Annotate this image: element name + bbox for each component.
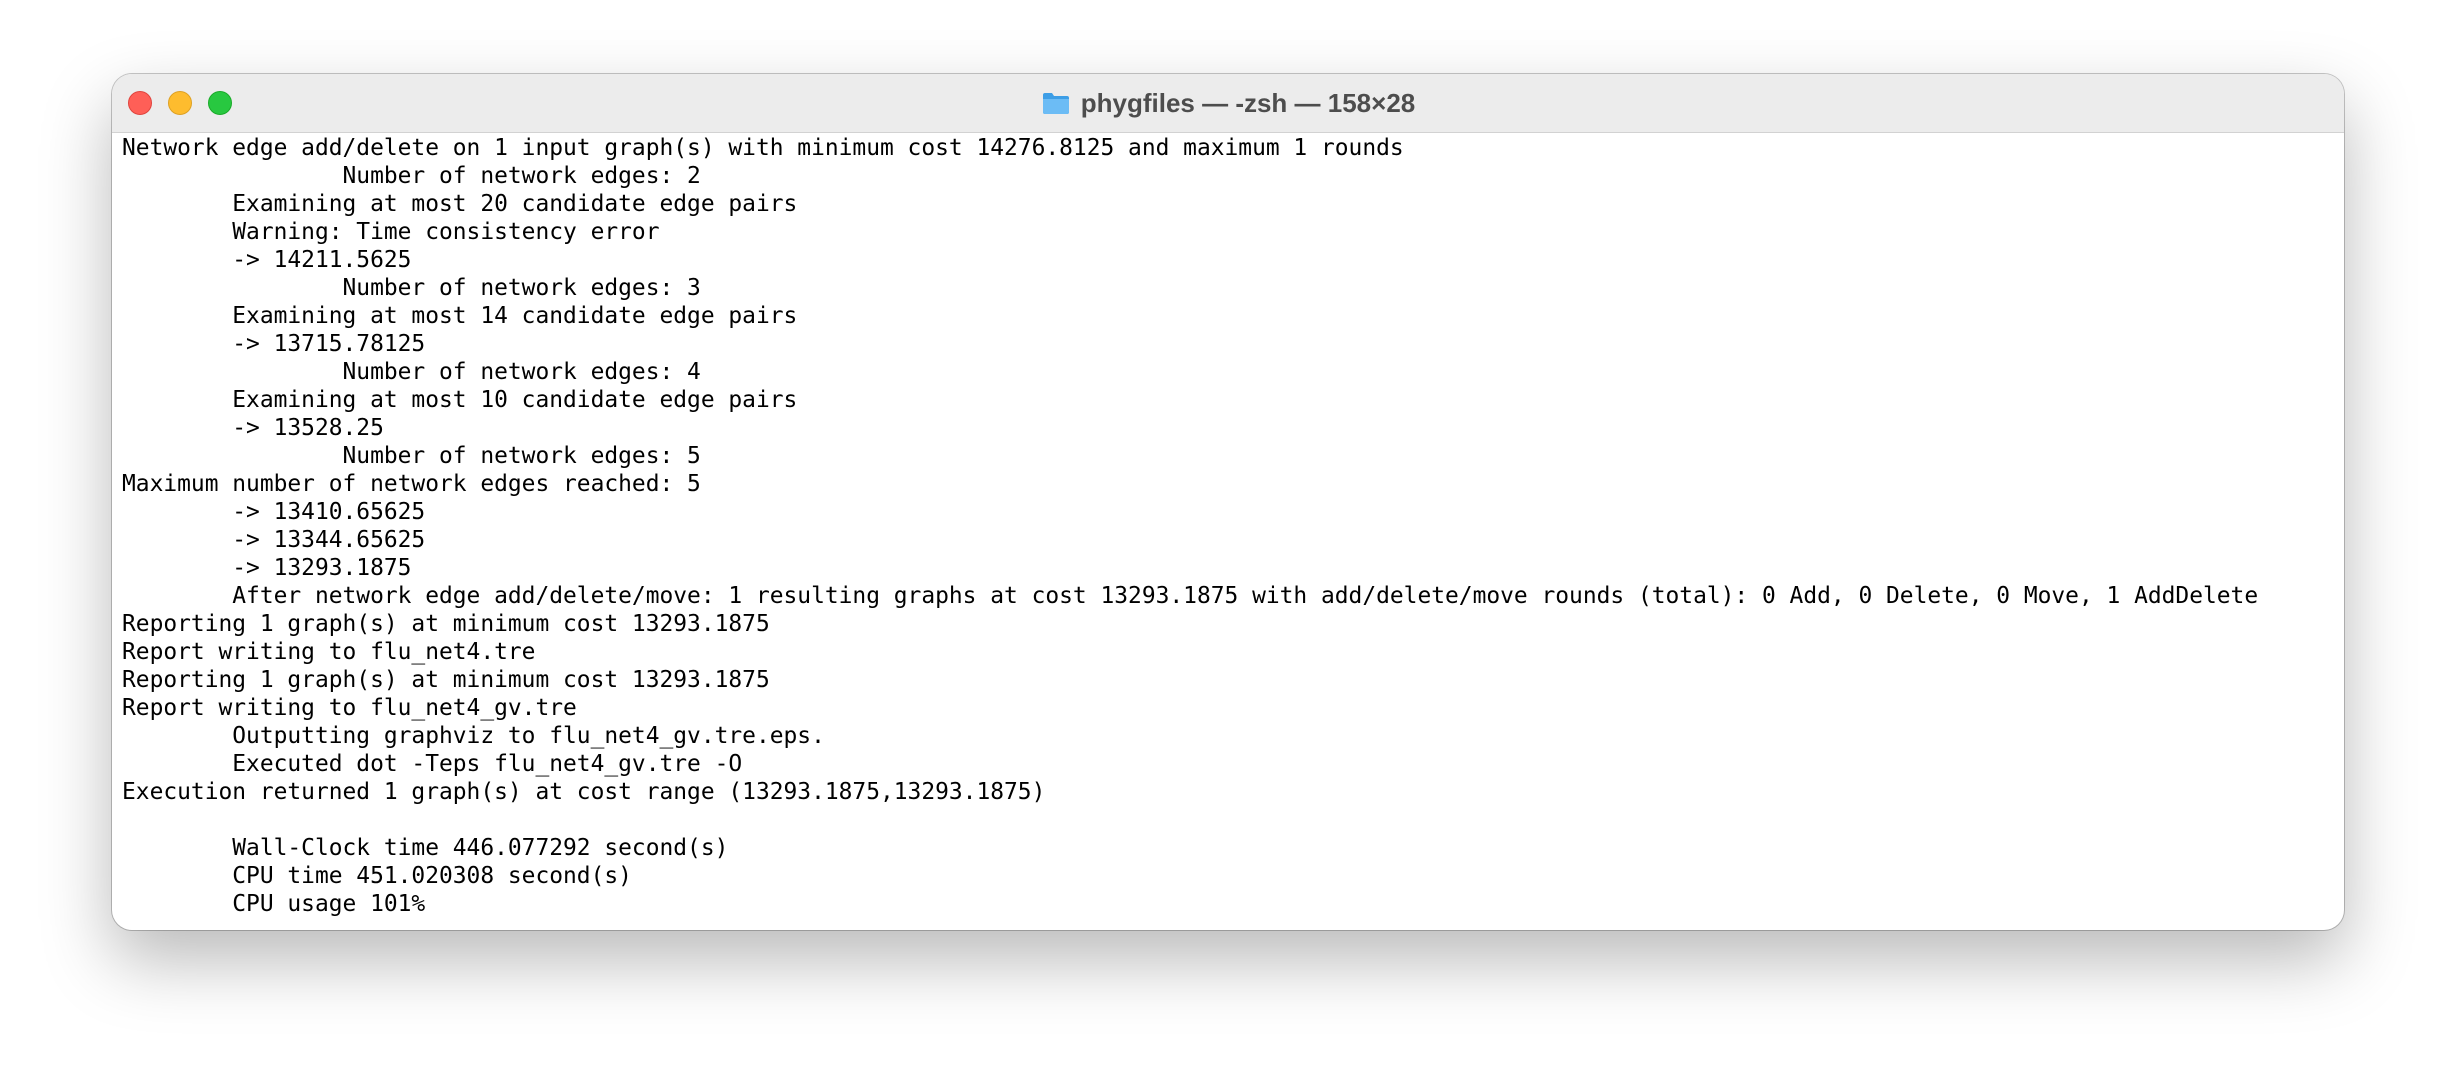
terminal-window: phygfiles — -zsh — 158×28 Network edge a…: [112, 74, 2344, 930]
terminal-line: -> 13410.65625: [122, 499, 426, 525]
title-bar[interactable]: phygfiles — -zsh — 158×28: [112, 74, 2344, 133]
terminal-line: Examining at most 20 candidate edge pair…: [122, 191, 798, 217]
terminal-output[interactable]: Network edge add/delete on 1 input graph…: [122, 134, 2334, 930]
terminal-line: CPU usage 101%: [122, 891, 426, 917]
terminal-line: Wall-Clock time 446.077292 second(s): [122, 835, 729, 861]
window-title-group: phygfiles — -zsh — 158×28: [112, 74, 2344, 132]
terminal-line: Reporting 1 graph(s) at minimum cost 132…: [122, 667, 770, 693]
terminal-line: -> 14211.5625: [122, 247, 412, 273]
terminal-line: Number of network edges: 4: [122, 359, 701, 385]
terminal-line: Number of network edges: 5: [122, 443, 701, 469]
terminal-line: After network edge add/delete/move: 1 re…: [122, 583, 2259, 609]
terminal-line: Report writing to flu_net4.tre: [122, 639, 536, 665]
terminal-line: -> 13528.25: [122, 415, 384, 441]
terminal-line: -> 13344.65625: [122, 527, 426, 553]
terminal-line: Network edge add/delete on 1 input graph…: [122, 135, 1404, 161]
terminal-line: -> 13715.78125: [122, 331, 426, 357]
terminal-line: Examining at most 14 candidate edge pair…: [122, 303, 798, 329]
terminal-line: Examining at most 10 candidate edge pair…: [122, 387, 798, 413]
window-title: phygfiles — -zsh — 158×28: [1080, 87, 1416, 118]
terminal-line: Number of network edges: 3: [122, 275, 701, 301]
terminal-line: Reporting 1 graph(s) at minimum cost 132…: [122, 611, 770, 637]
folder-icon: [1042, 93, 1069, 114]
terminal-line: Number of network edges: 2: [122, 163, 701, 189]
terminal-line: Warning: Time consistency error: [122, 219, 660, 245]
terminal-line: CPU time 451.020308 second(s): [122, 863, 632, 889]
terminal-line: Report writing to flu_net4_gv.tre: [122, 695, 577, 721]
terminal-line: Executed dot -Teps flu_net4_gv.tre -O: [122, 751, 743, 777]
terminal-line: Outputting graphviz to flu_net4_gv.tre.e…: [122, 723, 825, 749]
terminal-line: -> 13293.1875: [122, 555, 412, 581]
terminal-line: Maximum number of network edges reached:…: [122, 471, 701, 497]
terminal-line: Execution returned 1 graph(s) at cost ra…: [122, 779, 1046, 805]
